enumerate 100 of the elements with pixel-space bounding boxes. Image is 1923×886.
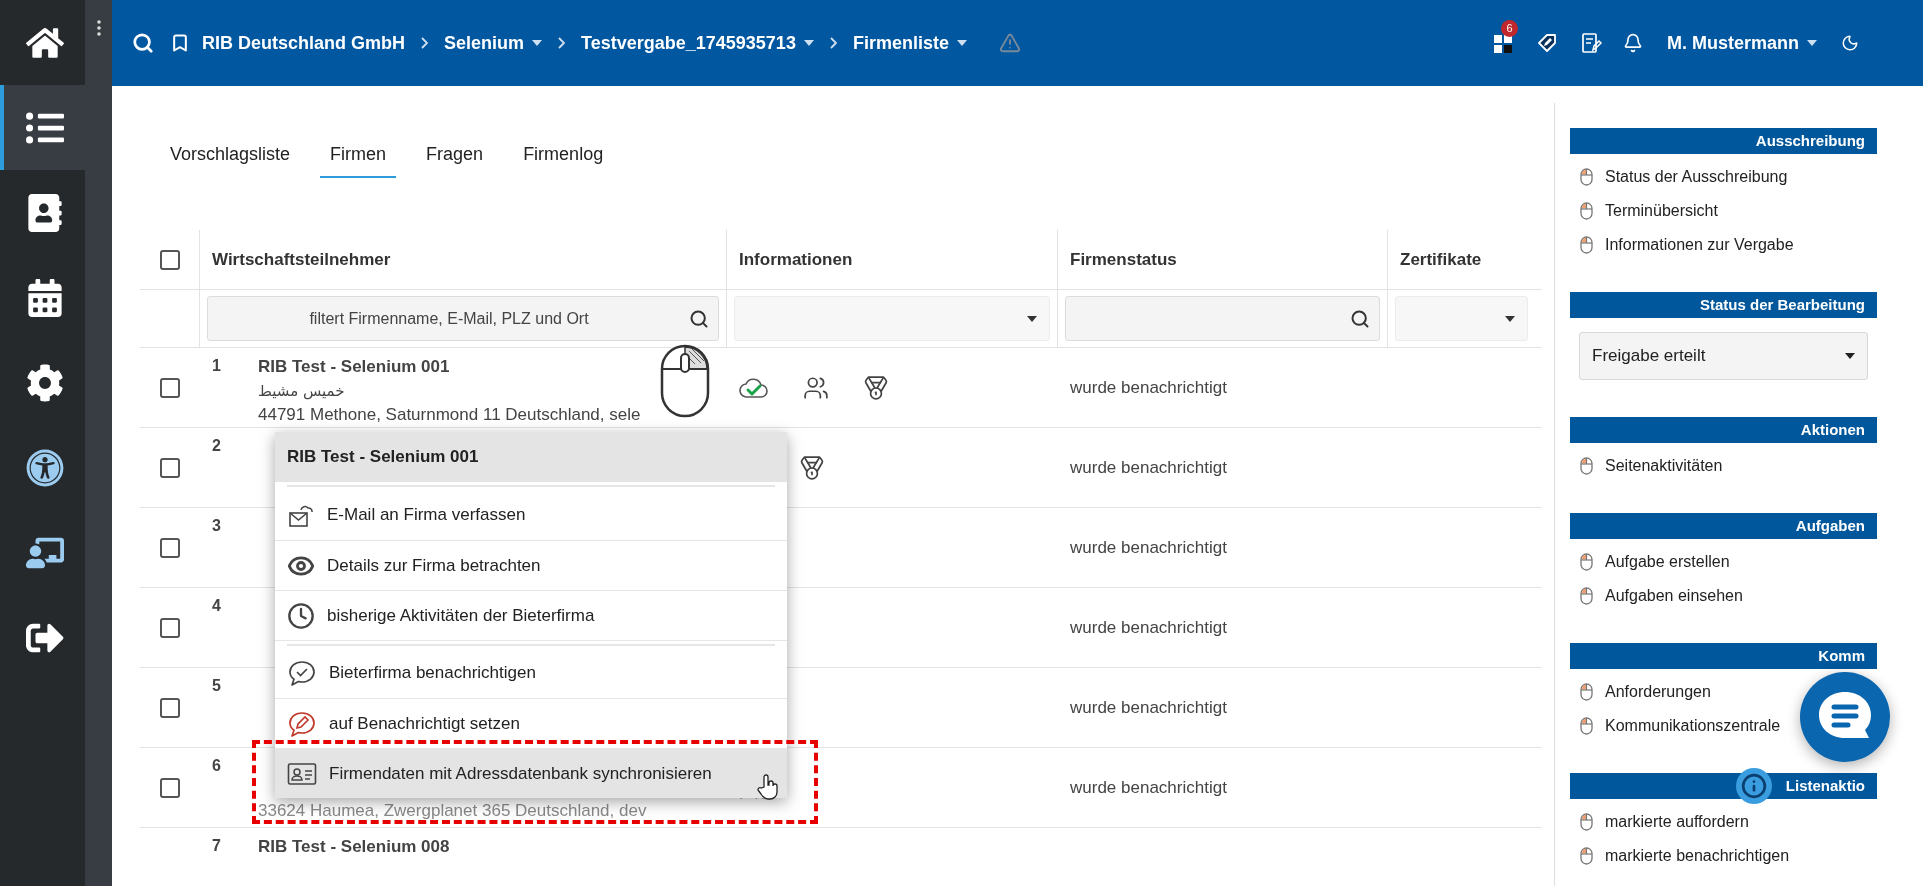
- more-icon[interactable]: [96, 20, 101, 36]
- info-button[interactable]: [1736, 768, 1772, 804]
- checkbox[interactable]: [160, 457, 180, 478]
- clock-icon: [287, 601, 315, 630]
- search-icon: [1350, 308, 1370, 329]
- checkbox[interactable]: [160, 617, 180, 638]
- bell-icon[interactable]: [1623, 33, 1643, 53]
- company-name: RIB Test - Selenium 008: [258, 836, 450, 858]
- nav-item[interactable]: [0, 85, 85, 170]
- column-header: Zertifikate: [1400, 248, 1482, 271]
- search-icon[interactable]: [132, 32, 154, 54]
- section-header: Aufgaben: [1570, 513, 1877, 539]
- status-dropdown[interactable]: Freigabe erteilt: [1579, 332, 1868, 380]
- checkbox[interactable]: [159, 249, 180, 270]
- chat-button[interactable]: [1800, 672, 1890, 762]
- notification-badge: 6: [1501, 20, 1518, 37]
- mouse-icon: [1580, 202, 1593, 220]
- panel-link[interactable]: Kommunikationszentrale: [1580, 709, 1781, 743]
- medal-icon: [863, 374, 889, 401]
- checkbox[interactable]: [160, 377, 180, 398]
- panel-link[interactable]: markierte auffordern: [1580, 805, 1749, 839]
- search-icon: [689, 308, 709, 329]
- row-number: 3: [212, 516, 222, 536]
- panel-link[interactable]: Anforderungen: [1580, 675, 1711, 709]
- breadcrumb-link[interactable]: Firmenliste: [852, 29, 967, 57]
- panel-link[interactable]: Informationen zur Vergabe: [1580, 228, 1794, 262]
- menu-item[interactable]: bisherige Aktivitäten der Bieterfirma: [275, 590, 787, 640]
- chevron-icon: [558, 37, 566, 49]
- menu-item[interactable]: Bieterfirma benachrichtigen: [275, 648, 787, 698]
- status-text: wurde benachrichtigt: [1070, 536, 1227, 559]
- mouse-icon: [1580, 847, 1593, 865]
- company-name: RIB Test - Selenium 001: [258, 356, 451, 378]
- breadcrumb-link[interactable]: Testvergabe_1745935713: [581, 29, 814, 57]
- status-text: wurde benachrichtigt: [1070, 696, 1227, 719]
- chevron-icon: [829, 37, 837, 49]
- menu-item[interactable]: E-Mail an Firma verfassen: [275, 490, 787, 540]
- section-header: Ausschreibung: [1570, 128, 1877, 154]
- section-header: Aktionen: [1570, 417, 1877, 443]
- chat-check-icon: [287, 659, 317, 687]
- menu-item[interactable]: auf Benachrichtigt setzen: [275, 698, 787, 748]
- mouse-icon: [1580, 683, 1593, 701]
- user-menu[interactable]: M. Mustermann: [1667, 29, 1817, 57]
- menu-item[interactable]: Firmendaten mit Adressdatenbank synchronisieren: [275, 748, 787, 798]
- menu-item[interactable]: Details zur Firma betrachten: [275, 540, 787, 590]
- chevron-icon: [421, 37, 429, 49]
- row-number: 6: [212, 756, 222, 776]
- caret-icon: [1807, 40, 1817, 46]
- breadcrumb-link[interactable]: Selenium: [444, 29, 543, 57]
- menu-title: RIB Test - Selenium 001: [275, 432, 787, 482]
- company-address: 44791 Methone, Saturnmond 11 Deutschland, sele: [258, 404, 641, 426]
- mouse-icon: [1580, 236, 1593, 254]
- row-number: 2: [212, 436, 222, 456]
- cloud-check-icon: [739, 376, 769, 399]
- column-header: Firmenstatus: [1070, 248, 1177, 271]
- mouse-icon: [1580, 813, 1593, 831]
- calendar-icon: [25, 278, 64, 317]
- users-icon: [803, 374, 829, 401]
- mouse-icon: [1580, 168, 1593, 186]
- mouse-icon: [1580, 553, 1593, 571]
- checkbox[interactable]: [160, 537, 180, 558]
- status-text: wurde benachrichtigt: [1070, 456, 1227, 479]
- breadcrumb-link[interactable]: RIB Deutschland GmbH: [202, 29, 406, 57]
- panel-link[interactable]: Aufgaben einsehen: [1580, 579, 1743, 613]
- section-header: Komm: [1570, 643, 1877, 669]
- caret-icon: [1505, 315, 1515, 322]
- address-book-icon: [25, 193, 64, 232]
- notebook-pen-icon[interactable]: [1579, 31, 1603, 55]
- status-text: wurde benachrichtigt: [1070, 616, 1227, 639]
- apps-icon[interactable]: [1493, 32, 1515, 54]
- mouse-icon: [1580, 457, 1593, 475]
- contact-card-icon: [287, 761, 317, 786]
- caret-icon: [803, 40, 814, 46]
- checkbox[interactable]: [160, 697, 180, 718]
- panel-link[interactable]: Aufgabe erstellen: [1580, 545, 1730, 579]
- panel-link[interactable]: Terminübersicht: [1580, 194, 1718, 228]
- tab[interactable]: Fragen: [416, 133, 494, 178]
- panel-link[interactable]: Seitenaktivitäten: [1580, 449, 1723, 483]
- tab[interactable]: Firmen: [320, 133, 397, 178]
- tag-edit-icon[interactable]: [1535, 31, 1559, 55]
- settings-icon: [25, 363, 64, 402]
- panel-link[interactable]: markierte benachrichtigen: [1580, 839, 1790, 873]
- company-address: 33624 Haumea, Zwergplanet 365 Deutschland, dev: [258, 799, 647, 822]
- row-number: 1: [212, 356, 222, 376]
- section-header: Listenaktio: [1570, 773, 1877, 799]
- status-text: wurde benachrichtigt: [1070, 776, 1227, 799]
- filter-field[interactable]: [1065, 296, 1380, 341]
- tab[interactable]: Firmenlog: [513, 133, 614, 178]
- mouse-icon: [1580, 717, 1593, 735]
- warning-icon: [998, 32, 1021, 54]
- bookmark-icon[interactable]: [170, 33, 190, 53]
- dark-mode-icon[interactable]: [1841, 34, 1859, 52]
- panel-link[interactable]: Status der Ausschreibung: [1580, 160, 1788, 194]
- hand-cursor-icon: [757, 774, 779, 800]
- accessibility-icon: [25, 448, 64, 487]
- filter-field[interactable]: filtert Firmenname, E-Mail, PLZ und Ort: [207, 296, 719, 341]
- tab[interactable]: Vorschlagsliste: [160, 133, 301, 178]
- status-text: wurde benachrichtigt: [1070, 376, 1227, 399]
- chat-pencil-icon: [287, 709, 317, 738]
- checkbox[interactable]: [160, 777, 180, 798]
- medal-icon: [799, 454, 825, 481]
